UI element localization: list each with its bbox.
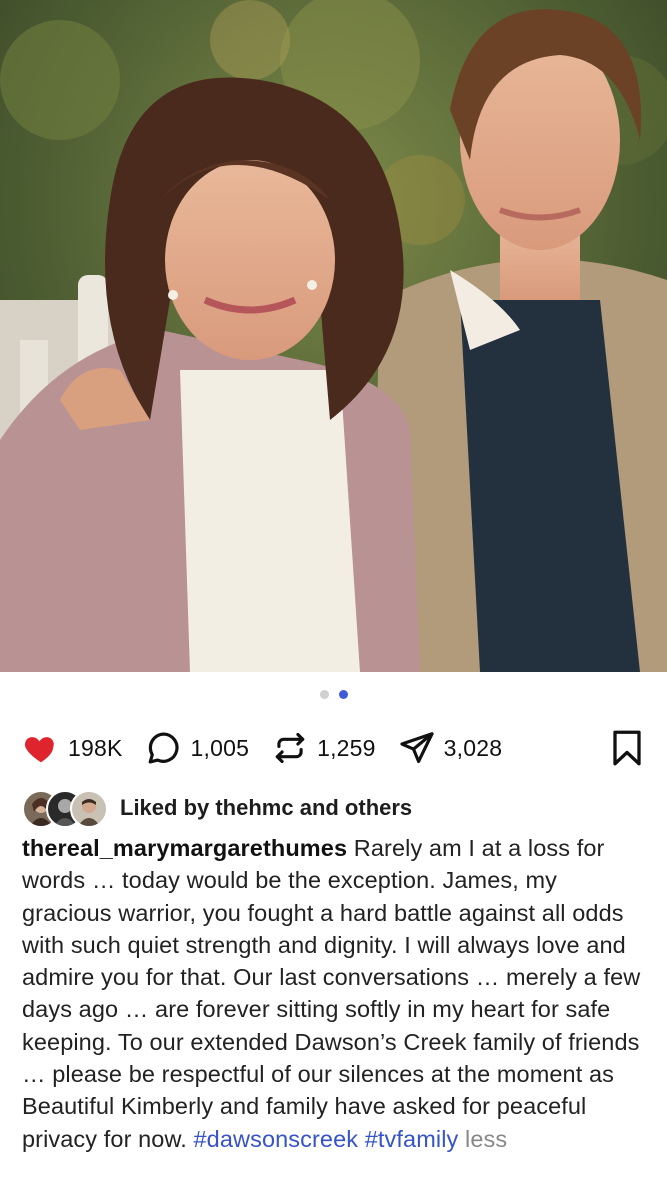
share-button[interactable]: 3,028 <box>398 729 503 767</box>
caption-body: Rarely am I at a loss for words … today … <box>22 835 641 1152</box>
comment-icon <box>148 732 179 764</box>
liked-by-text: Liked by thehmc and others <box>120 795 413 820</box>
caption-username[interactable]: thereal_marymargarethumes <box>22 835 347 861</box>
hashtag-link[interactable]: #tvfamily <box>365 1126 459 1152</box>
bookmark-icon[interactable] <box>609 728 645 768</box>
post-caption: thereal_marymargarethumes Rarely am I at… <box>22 832 650 1155</box>
repost-button[interactable]: 1,259 <box>271 729 376 767</box>
comment-button[interactable]: 1,005 <box>145 729 250 767</box>
carousel-dot-active[interactable] <box>338 689 348 699</box>
shares-count: 3,028 <box>443 734 503 761</box>
avatar <box>70 790 108 828</box>
like-button[interactable]: 198K <box>22 729 123 767</box>
likes-count: 198K <box>68 734 123 761</box>
action-bar: 198K 1,005 1,259 3,028 <box>22 726 645 770</box>
liker-avatars <box>22 790 110 828</box>
carousel-dot[interactable] <box>319 689 329 699</box>
liked-by-row[interactable]: Liked by thehmc and others <box>22 788 412 828</box>
post-photo[interactable] <box>0 0 667 672</box>
less-toggle[interactable]: less <box>465 1126 507 1152</box>
comments-count: 1,005 <box>190 734 250 761</box>
carousel-indicator <box>0 684 667 704</box>
heart-icon <box>25 737 54 763</box>
reposts-count: 1,259 <box>317 734 376 761</box>
hashtag-link[interactable]: #dawsonscreek <box>194 1126 359 1152</box>
send-icon <box>400 732 434 764</box>
repost-icon <box>275 732 305 764</box>
photo-illustration <box>0 0 667 672</box>
